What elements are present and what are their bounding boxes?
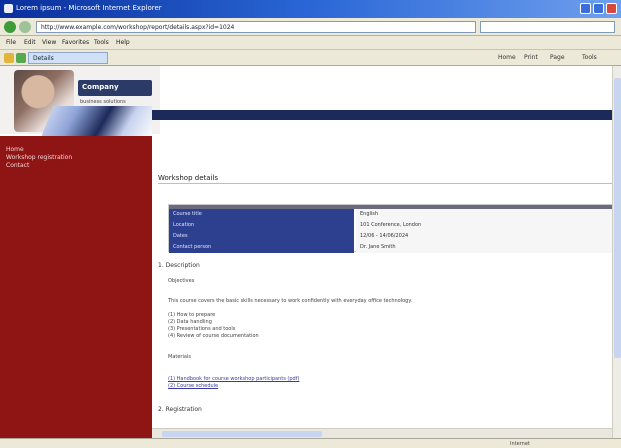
- status-zone-text: Internet: [510, 441, 530, 447]
- sidebar-item-registration[interactable]: Workshop registration: [6, 154, 72, 161]
- sidebar-item-home[interactable]: Home: [6, 146, 24, 153]
- horizontal-scrollbar[interactable]: [152, 428, 612, 438]
- menu-edit[interactable]: Edit: [24, 39, 36, 46]
- menu-help[interactable]: Help: [116, 39, 130, 46]
- page-title: Workshop details: [158, 174, 219, 182]
- favorites-star-icon[interactable]: [4, 53, 14, 63]
- list-item: (2) Data handling: [168, 319, 212, 325]
- objectives-heading: Objectives: [168, 278, 195, 284]
- address-bar: http://www.example.com/workshop/report/d…: [0, 18, 621, 36]
- status-bar: Internet: [0, 438, 621, 448]
- table-row: Dates 12/06 - 14/06/2024: [169, 231, 617, 242]
- forward-arrow-icon[interactable]: [19, 21, 31, 33]
- maximize-icon[interactable]: [593, 3, 604, 14]
- window-titlebar: Lorem ipsum - Microsoft Internet Explore…: [0, 0, 621, 18]
- table-row: Location 101 Conference, London: [169, 220, 617, 231]
- header-banner-bar: [150, 110, 621, 120]
- menu-file[interactable]: File: [6, 39, 16, 46]
- list-item: (3) Presentations and tools: [168, 326, 236, 332]
- horizontal-scroll-thumb[interactable]: [162, 431, 322, 437]
- row-key: Course title: [169, 209, 354, 220]
- materials-heading: Materials: [168, 354, 191, 360]
- row-value: English: [356, 209, 617, 220]
- description-paragraph: This course covers the basic skills nece…: [168, 298, 413, 304]
- schedule-link[interactable]: (2) Course schedule: [168, 383, 218, 389]
- vertical-scroll-thumb[interactable]: [614, 78, 621, 358]
- section-registration-heading: 2. Registration: [158, 406, 202, 413]
- window-title: Lorem ipsum - Microsoft Internet Explore…: [16, 4, 162, 12]
- back-arrow-icon[interactable]: [4, 21, 16, 33]
- list-item: (1) How to prepare: [168, 312, 216, 318]
- table-row: Course title English: [169, 209, 617, 220]
- vertical-scrollbar[interactable]: [612, 66, 621, 438]
- header-banner-art: [40, 106, 152, 140]
- url-input[interactable]: http://www.example.com/workshop/report/d…: [36, 21, 476, 33]
- brand-tagline: business solutions: [80, 99, 126, 105]
- minimize-icon[interactable]: [580, 3, 591, 14]
- row-value: 12/06 - 14/06/2024: [356, 231, 617, 242]
- tab-details[interactable]: Details: [28, 52, 108, 64]
- page-viewport: Company business solutions Home Workshop…: [0, 66, 621, 438]
- table-row: Contact person Dr. Jane Smith: [169, 242, 617, 253]
- sidebar-item-contact[interactable]: Contact: [6, 162, 29, 169]
- details-table: Course title English Location 101 Confer…: [168, 204, 618, 253]
- menu-tools[interactable]: Tools: [94, 39, 109, 46]
- main-content: Workshop details Course title English Lo…: [158, 136, 621, 438]
- browser-toolbar: Details Home Print Page Tools: [0, 50, 621, 66]
- search-input[interactable]: [480, 21, 615, 33]
- tools-button[interactable]: Tools: [582, 54, 597, 61]
- brand-name: Company: [82, 83, 119, 91]
- handbook-link[interactable]: (1) Handbook for course workshop partici…: [168, 376, 299, 382]
- page-button[interactable]: Page: [550, 54, 565, 61]
- row-key: Contact person: [169, 242, 354, 253]
- row-key: Dates: [169, 231, 354, 242]
- list-item: (4) Review of course documentation: [168, 333, 259, 339]
- sidebar: Home Workshop registration Contact: [0, 136, 152, 438]
- home-button[interactable]: Home: [498, 54, 516, 61]
- print-button[interactable]: Print: [524, 54, 538, 61]
- row-value: Dr. Jane Smith: [356, 242, 617, 253]
- heading-divider: [158, 183, 621, 184]
- menu-favorites[interactable]: Favorites: [62, 39, 89, 46]
- close-icon[interactable]: [606, 3, 617, 14]
- row-value: 101 Conference, London: [356, 220, 617, 231]
- url-text: http://www.example.com/workshop/report/d…: [41, 24, 235, 31]
- menu-bar: File Edit View Favorites Tools Help: [0, 36, 621, 50]
- add-favorite-icon[interactable]: [16, 53, 26, 63]
- menu-view[interactable]: View: [42, 39, 56, 46]
- browser-icon: [4, 4, 13, 13]
- row-key: Location: [169, 220, 354, 231]
- section-description-heading: 1. Description: [158, 262, 200, 269]
